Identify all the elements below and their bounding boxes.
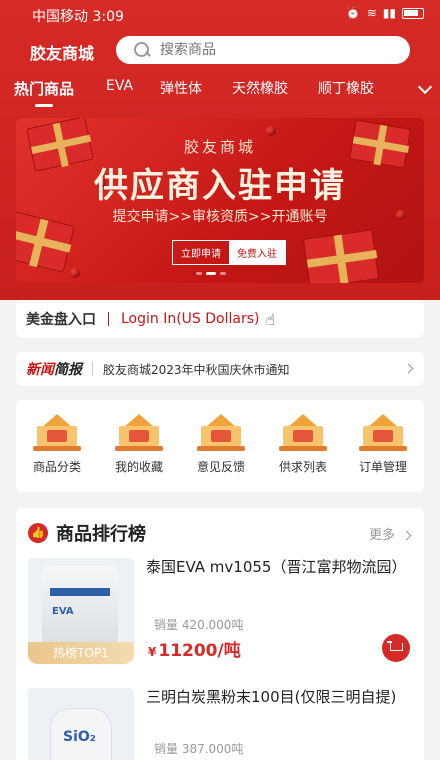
news-bulletin[interactable]: 新闻简报 胶友商城2023年中秋国庆休市通知 [16,352,424,386]
top-rank-badge: 热榜TOP1 [28,642,134,664]
supply-list-icon [279,414,327,454]
thumbs-up-icon: 👍 [28,523,48,543]
banner-steps: 提交申请>>审核资质>>开通账号 [112,209,328,225]
favorites-icon [115,414,163,454]
apply-now-button[interactable]: 立即申请 [173,241,229,264]
add-to-cart-button[interactable] [382,634,410,662]
news-headline[interactable]: 胶友商城2023年中秋国庆休市通知 [103,361,290,378]
news-logo: 新闻简报 [26,359,82,379]
menu-item-label: 意见反馈 [196,460,245,474]
pagination-dot-active [206,272,216,275]
search-input[interactable] [160,42,380,58]
free-join-button[interactable]: 免费入驻 [229,241,285,264]
ranking-header: 👍 商品排行榜 [28,520,146,546]
usd-entry-label: 美金盘入口 [26,312,96,328]
tab-hot[interactable]: 热门商品 [14,78,74,107]
tab-elastomer[interactable]: 弹性体 [160,78,202,98]
news-logo-part1: 新闻 [26,362,54,378]
status-icons: ⏰ ≋ ▮▮ [346,6,424,20]
news-logo-part2: 简报 [54,362,82,378]
pagination-dot [220,272,226,275]
carrier-time: 中国移动 3:09 [32,9,124,25]
feedback-icon [197,414,245,454]
product-sales: 销量 387.000吨 [154,742,244,756]
battery-icon [402,7,424,19]
tab-butadiene-rubber[interactable]: 顺丁橡胶 [318,78,374,98]
chevron-down-icon[interactable] [417,79,433,95]
product-bag-image: EVA [42,566,118,652]
menu-item-favorites[interactable]: 我的收藏 [104,414,174,475]
product-image: SiO₂ [28,688,134,760]
banner-pagination [196,272,226,275]
product-sack-image: SiO₂ [50,708,112,760]
product-name[interactable]: 三明白炭黑粉末100目(仅限三明自提) [146,686,408,708]
banner-title: 供应商入驻申请 [94,166,346,206]
banner[interactable]: 胶友商城 供应商入驻申请 提交申请>>审核资质>>开通账号 立即申请 免费入驻 [16,118,424,283]
menu-item-feedback[interactable]: 意见反馈 [186,414,256,475]
pointer-hand-icon: ☝ [265,309,276,329]
product-sales: 销量 420.000吨 [154,618,244,632]
chevron-right-icon [403,363,414,374]
tab-eva[interactable]: EVA [106,78,133,94]
usd-login-link[interactable]: Login In(US Dollars) [121,311,259,327]
menu-item-label: 供求列表 [278,460,327,474]
product-ranking: 👍 商品排行榜 更多 EVA 热榜TOP1 泰国EVA mv1055（晋江富邦物… [16,508,424,760]
category-tabs: 热门商品 EVA 弹性体 天然橡胶 顺丁橡胶 [0,78,440,107]
banner-subtitle: 胶友商城 [183,138,256,156]
gift-box-icon [302,229,380,283]
divider [92,362,93,376]
menu-item-label: 我的收藏 [114,460,163,474]
menu-item-supply-list[interactable]: 供求列表 [268,414,338,475]
quick-menu: 商品分类 我的收藏 意见反馈 供求列表 订单管理 [16,400,424,492]
product-item[interactable]: EVA 热榜TOP1 泰国EVA mv1055（晋江富邦物流园） 销量 420.… [16,554,424,674]
menu-item-category[interactable]: 商品分类 [22,414,92,475]
more-link[interactable]: 更多 [369,524,410,543]
menu-item-label: 商品分类 [32,460,81,474]
wifi-icon: ≋ [366,6,377,20]
currency-symbol: ¥ [148,645,157,659]
ranking-title: 商品排行榜 [56,524,146,545]
signal-icon: ▮▮ [382,6,396,20]
menu-item-orders[interactable]: 订单管理 [348,414,418,475]
order-icon [359,414,407,454]
search-bar[interactable] [116,36,410,64]
product-item[interactable]: SiO₂ 三明白炭黑粉末100目(仅限三明自提) 销量 387.000吨 [16,684,424,760]
product-image-text: SiO₂ [63,729,96,745]
status-bar: 中国移动 3:09 ⏰ ≋ ▮▮ [0,0,440,28]
product-image-text: EVA [52,606,74,617]
category-icon [33,414,81,454]
tab-natural-rubber[interactable]: 天然橡胶 [232,78,288,98]
pagination-dot [196,272,202,275]
alarm-icon: ⏰ [345,6,361,20]
product-price: ¥11200/吨 [148,636,241,661]
product-name[interactable]: 泰国EVA mv1055（晋江富邦物流园） [146,556,408,578]
menu-item-label: 订单管理 [358,460,407,474]
price-value: 11200/吨 [158,641,241,661]
banner-buttons: 立即申请 免费入驻 [172,240,286,265]
search-icon [134,42,150,58]
divider [108,312,109,326]
app-title: 胶友商城 [30,44,95,63]
usd-entry-card[interactable]: 美金盘入口 Login In(US Dollars) ☝ [16,300,424,338]
